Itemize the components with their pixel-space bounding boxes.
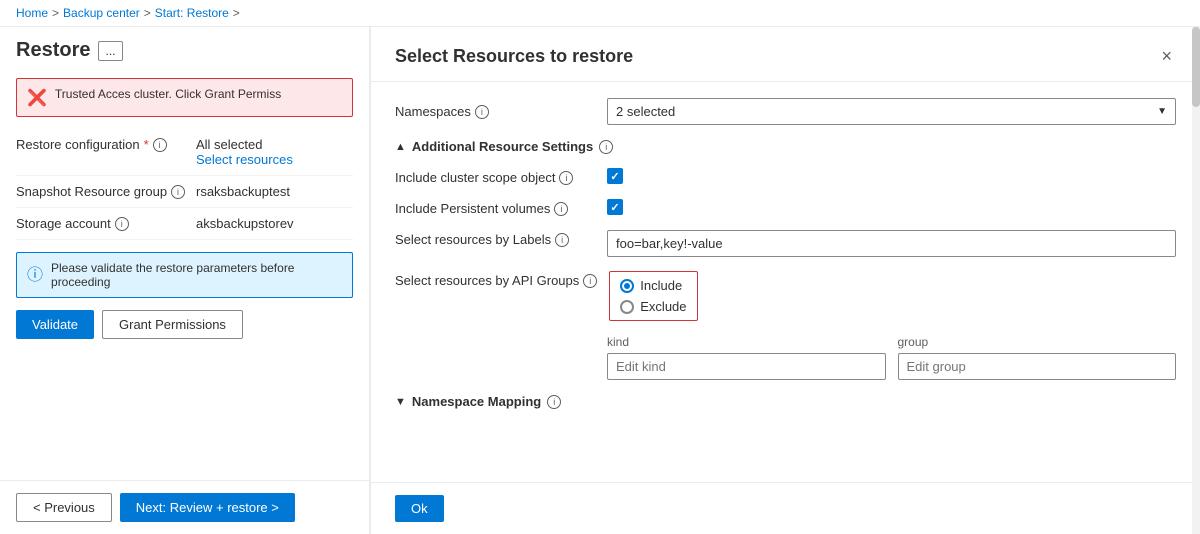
namespaces-row: Namespaces i 2 selected ▼ — [395, 98, 1176, 125]
error-banner: ❌ Trusted Acces cluster. Click Grant Per… — [16, 78, 353, 117]
kind-col: kind — [607, 335, 886, 380]
snapshot-rg-label: Snapshot Resource group i — [16, 184, 196, 199]
radio-include[interactable]: Include — [620, 278, 686, 293]
api-groups-row: Select resources by API Groups i Include — [395, 271, 1176, 321]
labels-input[interactable] — [607, 230, 1176, 257]
restore-config-value: All selected Select resources — [196, 137, 353, 167]
labels-row: Select resources by Labels i — [395, 230, 1176, 257]
api-groups-radio-group: Include Exclude — [609, 271, 697, 321]
kind-label: kind — [607, 335, 886, 349]
modal-panel: Select Resources to restore × Namespaces… — [370, 27, 1200, 534]
restore-config-label: Restore configuration * i — [16, 137, 196, 152]
left-header: Restore ... — [0, 27, 369, 70]
left-panel: Restore ... ❌ Trusted Acces cluster. Cli… — [0, 27, 370, 534]
info-icon-snapshot[interactable]: i — [171, 185, 185, 199]
namespace-mapping-section[interactable]: ▼ Namespace Mapping i — [395, 394, 1176, 409]
collapse-icon: ▲ — [395, 141, 406, 153]
modal-body: Namespaces i 2 selected ▼ ▲ Additional R… — [371, 82, 1200, 482]
breadcrumb-start-restore[interactable]: Start: Restore — [155, 6, 229, 20]
additional-settings-section[interactable]: ▲ Additional Resource Settings i — [395, 139, 1176, 154]
scrollbar-thumb[interactable] — [1192, 27, 1200, 107]
include-pv-row: Include Persistent volumes i — [395, 199, 1176, 216]
left-content: ❌ Trusted Acces cluster. Click Grant Per… — [0, 70, 369, 480]
breadcrumb: Home > Backup center > Start: Restore > — [0, 0, 1200, 27]
namespaces-label: Namespaces i — [395, 104, 595, 119]
validate-button[interactable]: Validate — [16, 310, 94, 339]
include-cluster-scope-label: Include cluster scope object i — [395, 168, 595, 185]
bottom-nav: < Previous Next: Review + restore > — [0, 480, 369, 534]
grant-permissions-button[interactable]: Grant Permissions — [102, 310, 243, 339]
breadcrumb-home[interactable]: Home — [16, 6, 48, 20]
api-groups-control: Include Exclude — [609, 271, 1176, 321]
group-input[interactable] — [898, 353, 1177, 380]
next-button[interactable]: Next: Review + restore > — [120, 493, 295, 522]
scrollbar-track[interactable] — [1192, 27, 1200, 534]
close-button[interactable]: × — [1157, 43, 1176, 69]
kind-input[interactable] — [607, 353, 886, 380]
modal-header: Select Resources to restore × — [371, 27, 1200, 82]
modal-footer: Ok — [371, 482, 1200, 534]
modal-title: Select Resources to restore — [395, 46, 633, 67]
select-resources-link[interactable]: Select resources — [196, 152, 353, 167]
ok-button[interactable]: Ok — [395, 495, 444, 522]
storage-account-value: aksbackupstorev — [196, 216, 353, 231]
info-banner: ⓘ Please validate the restore parameters… — [16, 252, 353, 298]
error-text: Trusted Acces cluster. Click Grant Permi… — [55, 87, 281, 101]
api-groups-label: Select resources by API Groups i — [395, 271, 597, 288]
storage-account-row: Storage account i aksbackupstorev — [16, 208, 353, 240]
radio-exclude-outer — [620, 300, 634, 314]
snapshot-rg-row: Snapshot Resource group i rsaksbackuptes… — [16, 176, 353, 208]
info-icon-storage[interactable]: i — [115, 217, 129, 231]
info-icon-namespace-mapping[interactable]: i — [547, 395, 561, 409]
info-icon-pv[interactable]: i — [554, 202, 568, 216]
info-icon-blue: ⓘ — [27, 261, 43, 285]
group-col: group — [898, 335, 1177, 380]
cluster-scope-checkbox[interactable] — [607, 168, 623, 184]
labels-control — [607, 230, 1176, 257]
page-title: Restore — [16, 39, 90, 62]
snapshot-rg-value: rsaksbackuptest — [196, 184, 353, 199]
labels-label: Select resources by Labels i — [395, 230, 595, 247]
info-icon-additional[interactable]: i — [599, 140, 613, 154]
pv-checkbox[interactable] — [607, 199, 623, 215]
radio-exclude[interactable]: Exclude — [620, 299, 686, 314]
breadcrumb-backup-center[interactable]: Backup center — [63, 6, 140, 20]
radio-include-inner — [624, 283, 630, 289]
include-cluster-scope-control — [607, 168, 1176, 184]
required-star: * — [144, 137, 149, 152]
kind-group-row: kind group — [607, 335, 1176, 380]
include-cluster-scope-row: Include cluster scope object i — [395, 168, 1176, 185]
info-icon-namespaces[interactable]: i — [475, 105, 489, 119]
include-pv-label: Include Persistent volumes i — [395, 199, 595, 216]
restore-config-row: Restore configuration * i All selected S… — [16, 129, 353, 176]
info-text: Please validate the restore parameters b… — [51, 261, 342, 289]
breadcrumb-sep-3: > — [233, 6, 240, 20]
include-pv-control — [607, 199, 1176, 215]
info-icon-restore[interactable]: i — [153, 138, 167, 152]
info-icon-api-groups[interactable]: i — [583, 274, 597, 288]
error-icon: ❌ — [27, 88, 47, 108]
group-label: group — [898, 335, 1177, 349]
previous-button[interactable]: < Previous — [16, 493, 112, 522]
namespaces-select[interactable]: 2 selected ▼ — [607, 98, 1176, 125]
storage-account-label: Storage account i — [16, 216, 196, 231]
breadcrumb-sep-1: > — [52, 6, 59, 20]
chevron-down-icon: ▼ — [1157, 106, 1167, 117]
breadcrumb-sep-2: > — [144, 6, 151, 20]
info-icon-cluster-scope[interactable]: i — [559, 171, 573, 185]
more-button[interactable]: ... — [98, 41, 122, 61]
info-icon-labels[interactable]: i — [555, 233, 569, 247]
radio-include-outer — [620, 279, 634, 293]
expand-icon: ▼ — [395, 396, 406, 408]
